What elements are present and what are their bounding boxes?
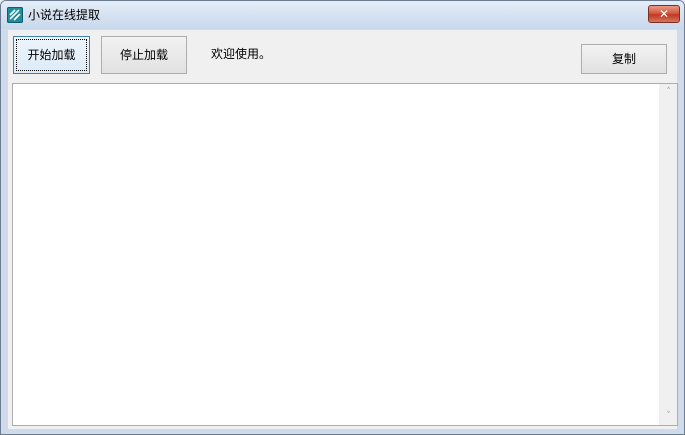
scroll-down-arrow-icon[interactable]: ˅ [660,408,677,425]
copy-label: 复制 [611,52,636,66]
stop-loading-button[interactable]: 停止加载 [101,36,187,74]
status-text: 欢迎使用。 [211,47,272,61]
start-loading-button[interactable]: 开始加载 [13,36,90,74]
focus-rectangle [16,39,87,71]
window-title: 小说在线提取 [28,8,101,22]
copy-button[interactable]: 复制 [581,44,667,74]
title-bar[interactable]: 小说在线提取 ✕ [1,1,684,29]
close-icon: ✕ [658,7,670,21]
output-textarea[interactable]: ˄ ˅ [12,83,678,426]
close-button[interactable]: ✕ [648,5,680,23]
scroll-up-arrow-icon[interactable]: ˄ [660,84,677,101]
client-area: 开始加载 停止加载 欢迎使用。 复制 ˄ ˅ [8,30,678,429]
app-icon [7,7,23,23]
stop-loading-label: 停止加载 [119,48,168,62]
vertical-scrollbar[interactable]: ˄ ˅ [659,84,677,425]
app-window: 小说在线提取 ✕ 开始加载 停止加载 欢迎使用。 复制 ˄ ˅ [0,0,685,435]
